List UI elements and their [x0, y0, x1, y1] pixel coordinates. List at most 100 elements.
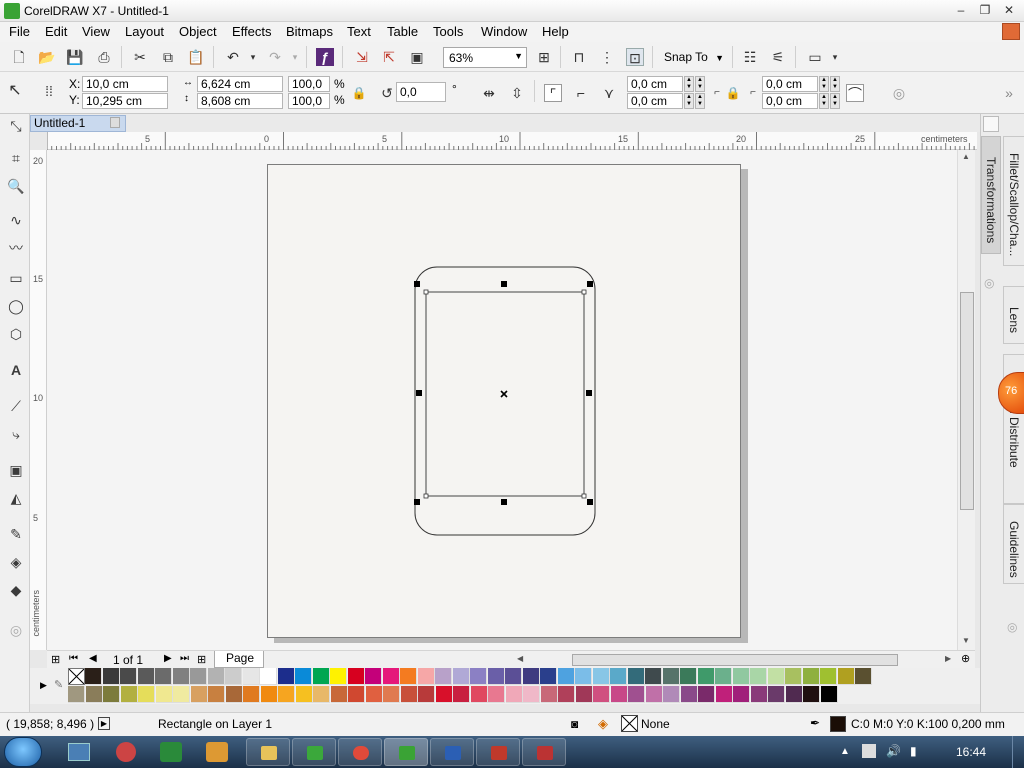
color-swatch[interactable]	[820, 686, 838, 703]
spin-arrows-icon[interactable]: ▲ ▼	[684, 93, 694, 109]
horizontal-scroll-thumb[interactable]	[572, 654, 898, 666]
menu-table[interactable]: Table	[387, 24, 418, 39]
color-swatch[interactable]	[278, 686, 295, 703]
next-page-icon[interactable]: ▶	[164, 653, 172, 664]
export-icon[interactable]: ⇱	[380, 48, 398, 66]
polygon-tool-icon[interactable]: ⬡	[6, 324, 26, 344]
eyedropper-tool-icon[interactable]: ✎	[6, 524, 26, 544]
color-swatch[interactable]	[785, 668, 802, 685]
relative-corner-scaling-icon[interactable]: ⌒	[846, 84, 864, 102]
color-swatch[interactable]	[557, 668, 575, 685]
task-file-explorer[interactable]	[246, 738, 290, 766]
interactive-fill-icon[interactable]: ◈	[6, 552, 26, 572]
color-swatch[interactable]	[225, 668, 242, 685]
menu-help[interactable]: Help	[542, 24, 569, 39]
color-swatch[interactable]	[400, 668, 417, 685]
color-swatch[interactable]	[277, 668, 295, 685]
zoom-navigator-icon[interactable]: ⊕	[961, 652, 970, 665]
color-swatch[interactable]	[155, 686, 173, 703]
color-swatch[interactable]	[575, 668, 592, 685]
network-icon[interactable]: ▮	[910, 744, 917, 758]
color-swatch[interactable]	[260, 668, 277, 685]
color-swatch[interactable]	[173, 686, 190, 703]
menu-effects[interactable]: Effects	[232, 24, 272, 39]
pen-outline-icon[interactable]: ✒	[810, 716, 820, 730]
scale-y-field[interactable]: 100,0	[288, 93, 330, 109]
chamfered-corner-icon[interactable]: ⋎	[600, 84, 618, 102]
corner-radius-bottom-right-field[interactable]: 0,0 cm	[762, 93, 818, 109]
tray-expand-icon[interactable]: ▲	[840, 746, 850, 757]
color-swatch[interactable]	[575, 686, 593, 703]
color-swatch[interactable]	[768, 686, 785, 703]
color-swatch[interactable]	[190, 668, 207, 685]
color-swatch[interactable]	[488, 686, 505, 703]
task-chrome[interactable]	[338, 738, 382, 766]
clock[interactable]: 16:44	[956, 745, 986, 759]
color-swatch[interactable]	[662, 668, 680, 685]
docker-close-icon[interactable]	[983, 116, 999, 132]
tab-fillet-scallop-chamfer[interactable]: Fillet/Scallop/Cha...	[1003, 136, 1024, 266]
color-swatch[interactable]	[208, 686, 225, 703]
spin-arrows-icon[interactable]: ▲ ▼	[830, 93, 840, 109]
outline-color-swatch[interactable]	[830, 716, 846, 732]
crop-tool-icon[interactable]: ⌗	[6, 148, 26, 168]
color-swatch[interactable]	[715, 668, 732, 685]
dimension-tool-icon[interactable]: ⟋	[6, 396, 26, 416]
color-swatch[interactable]	[207, 668, 225, 685]
vertical-scrollbar[interactable]: ▲ ▼	[957, 150, 975, 650]
color-swatch[interactable]	[452, 668, 470, 685]
color-swatch[interactable]	[540, 668, 557, 685]
action-center-icon[interactable]	[862, 744, 876, 758]
color-swatch[interactable]	[470, 686, 488, 703]
horizontal-ruler[interactable]: 5 0 5 10 15 20 25 centimeters	[47, 132, 977, 150]
zoom-tool-icon[interactable]: 🔍	[6, 176, 26, 196]
drawing-canvas[interactable]	[47, 150, 957, 650]
color-swatch[interactable]	[85, 668, 102, 685]
tab-close-icon[interactable]	[110, 117, 120, 128]
rounded-rectangle-shape[interactable]	[414, 266, 596, 536]
color-swatch[interactable]	[523, 686, 540, 703]
corner-radius-bottom-left-field[interactable]: 0,0 cm	[627, 93, 683, 109]
color-swatch[interactable]	[365, 686, 383, 703]
color-swatch[interactable]	[592, 668, 610, 685]
maximize-icon[interactable]: ❐	[976, 2, 994, 18]
spin-arrows-icon[interactable]: ▲ ▼	[819, 93, 829, 109]
color-swatch[interactable]	[610, 668, 627, 685]
task-network[interactable]	[292, 738, 336, 766]
palette-eyedropper-icon[interactable]: ✎	[54, 678, 63, 691]
show-desktop-button[interactable]	[1012, 736, 1024, 768]
snap-to-dropdown[interactable]: Snap To ▼	[664, 50, 724, 64]
x-position-field[interactable]: 10,0 cm	[82, 76, 168, 92]
color-swatch[interactable]	[680, 668, 697, 685]
scale-x-field[interactable]: 100,0	[288, 76, 330, 92]
color-swatch[interactable]	[242, 668, 260, 685]
color-swatch[interactable]	[243, 686, 260, 703]
color-swatch[interactable]	[698, 686, 715, 703]
print-icon[interactable]: ⎙	[95, 48, 113, 66]
color-swatch[interactable]	[505, 686, 523, 703]
color-swatch[interactable]	[225, 686, 243, 703]
color-swatch[interactable]	[803, 686, 820, 703]
corner-radius-top-right-field[interactable]: 0,0 cm	[762, 76, 818, 92]
color-swatch[interactable]	[837, 668, 855, 685]
menu-edit[interactable]: Edit	[45, 24, 67, 39]
lock-ratio-icon[interactable]: 🔒	[350, 84, 368, 102]
color-swatch[interactable]	[330, 686, 348, 703]
color-swatch[interactable]	[558, 686, 575, 703]
mirror-horizontal-icon[interactable]: ⇹	[480, 84, 498, 102]
color-proof-icon[interactable]: ◙	[571, 717, 578, 731]
color-swatch[interactable]	[610, 686, 628, 703]
play-icon[interactable]: ▶	[98, 717, 110, 730]
color-swatch[interactable]	[172, 668, 190, 685]
color-swatch[interactable]	[365, 668, 382, 685]
options-icon[interactable]: ☷	[741, 48, 759, 66]
color-swatch[interactable]	[697, 668, 715, 685]
show-guidelines-icon[interactable]: ⊡	[626, 48, 644, 66]
color-swatch[interactable]	[102, 668, 120, 685]
color-swatch[interactable]	[103, 686, 120, 703]
shape-tool-icon[interactable]: ⤡	[6, 116, 26, 136]
menu-layout[interactable]: Layout	[125, 24, 164, 39]
last-page-icon[interactable]: ⏭	[180, 653, 189, 664]
scroll-up-icon[interactable]: ▲	[962, 152, 970, 161]
zoom-level-select[interactable]: 63% ▼	[443, 47, 527, 68]
